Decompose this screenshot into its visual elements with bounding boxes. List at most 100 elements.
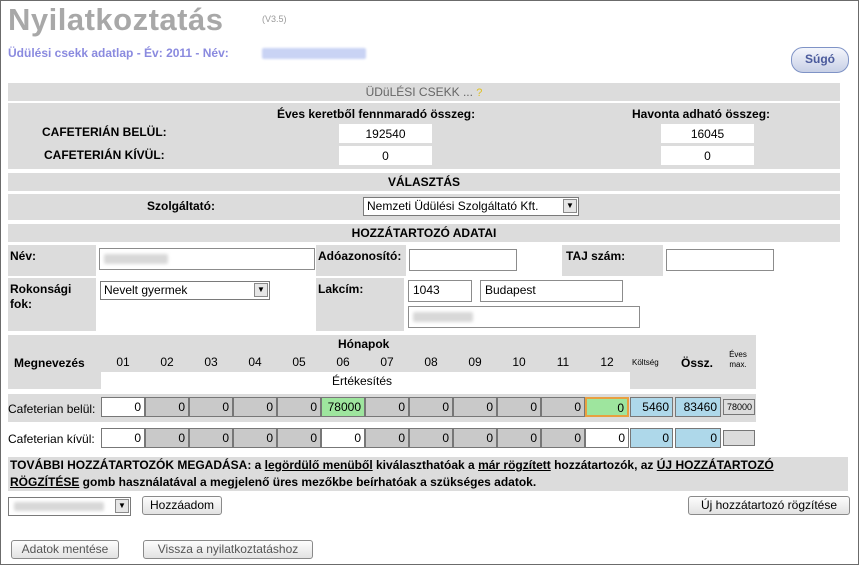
- annual-max-cell-inside: 78000: [723, 399, 755, 415]
- provider-label: Szolgáltató:: [147, 199, 215, 213]
- note-text-4: gomb használatával a megjelenő üres mező…: [79, 475, 537, 489]
- csekk-section-header: ÜDüLÉSI CSEKK ... ?: [8, 83, 840, 101]
- month-cell-inside-11[interactable]: 0: [541, 397, 585, 417]
- name-label: Név:: [10, 249, 37, 263]
- back-button[interactable]: Vissza a nyilatkoztatáshoz: [143, 540, 313, 559]
- sale-label: Értékesítés: [332, 374, 393, 388]
- month-cell-outside-10[interactable]: 0: [497, 428, 541, 448]
- relation-select-value: Nevelt gyermek: [104, 283, 188, 297]
- month-cell-inside-07[interactable]: 0: [365, 397, 409, 417]
- valasztas-section-header: VÁLASZTÁS: [8, 173, 840, 191]
- monthly-column-header: Havonta adható összeg:: [632, 107, 771, 121]
- existing-relatives-select[interactable]: ▼: [8, 497, 131, 516]
- provider-select-value: Nemzeti Üdülési Szolgáltató Kft.: [367, 199, 539, 213]
- month-cell-outside-05[interactable]: 0: [277, 428, 321, 448]
- month-cell-inside-05[interactable]: 0: [277, 397, 321, 417]
- row-outside-label: Cafeterian kívül:: [8, 432, 95, 446]
- cafeteria-inside-label: CAFETERIÁN BELÜL:: [42, 125, 167, 139]
- month-cell-inside-10[interactable]: 0: [497, 397, 541, 417]
- taj-label: TAJ szám:: [566, 249, 626, 263]
- months-group-label: Hónapok: [338, 337, 390, 351]
- month-header-01: 01: [116, 355, 130, 369]
- month-header-07: 07: [380, 355, 394, 369]
- note-text-3: hozzátartozók, az: [550, 458, 657, 472]
- chevron-down-icon[interactable]: ▼: [563, 199, 577, 213]
- address-label: Lakcím:: [318, 282, 364, 296]
- month-cell-outside-06[interactable]: 0: [321, 428, 365, 448]
- chevron-down-icon[interactable]: ▼: [115, 499, 129, 513]
- sum-cell-inside: 83460: [675, 397, 721, 417]
- help-button[interactable]: Súgó: [791, 47, 849, 73]
- month-cell-outside-08[interactable]: 0: [409, 428, 453, 448]
- annual-column-header: Éves keretből fennmaradó összeg:: [277, 107, 476, 121]
- month-cell-outside-09[interactable]: 0: [453, 428, 497, 448]
- outside-monthly-value: 0: [661, 146, 754, 165]
- relation-label-line1: Rokonsági: [10, 282, 72, 296]
- redacted-street-value: [413, 312, 473, 322]
- month-cell-outside-12[interactable]: 0: [585, 428, 629, 448]
- row-inside-label: Cafeterian belül:: [8, 402, 96, 416]
- month-header-08: 08: [424, 355, 438, 369]
- page-subtitle: Üdülési csekk adatlap - Év: 2011 - Név:: [8, 46, 229, 60]
- annual-max-cell-outside: [723, 430, 755, 446]
- month-cell-inside-01[interactable]: 0: [101, 397, 145, 417]
- month-cell-inside-04[interactable]: 0: [233, 397, 277, 417]
- month-cell-outside-11[interactable]: 0: [541, 428, 585, 448]
- cafeteria-outside-label: CAFETERIÁN KÍVÜL:: [44, 148, 165, 162]
- tax-id-label: Adóazonosító:: [318, 249, 402, 263]
- month-cell-outside-04[interactable]: 0: [233, 428, 277, 448]
- cost-cell-inside: 5460: [630, 397, 673, 417]
- note-link-recorded: már rögzített: [478, 458, 551, 472]
- sum-cell-outside: 0: [675, 428, 721, 448]
- month-header-03: 03: [204, 355, 218, 369]
- annual-max-line2: max.: [729, 360, 747, 369]
- month-cell-inside-08[interactable]: 0: [409, 397, 453, 417]
- save-button[interactable]: Adatok mentése: [11, 540, 119, 559]
- outside-annual-value: 0: [339, 146, 432, 165]
- taj-input[interactable]: [666, 249, 774, 271]
- name-column-header: Megnevezés: [14, 356, 85, 370]
- month-cell-outside-03[interactable]: 0: [189, 428, 233, 448]
- redacted-relative-value: [14, 502, 104, 511]
- month-cell-outside-01[interactable]: 0: [101, 428, 145, 448]
- inside-monthly-value: 16045: [661, 124, 754, 143]
- month-cell-inside-09[interactable]: 0: [453, 397, 497, 417]
- month-cell-inside-12[interactable]: 0: [585, 397, 629, 417]
- help-question-icon[interactable]: ?: [476, 87, 482, 99]
- relative-section-header: HOZZÁTARTOZÓ ADATAI: [8, 224, 840, 242]
- add-relative-button[interactable]: Hozzáadom: [142, 496, 222, 515]
- provider-select[interactable]: Nemzeti Üdülési Szolgáltató Kft. ▼: [363, 197, 579, 216]
- tax-id-input[interactable]: [409, 249, 517, 271]
- month-header-02: 02: [160, 355, 174, 369]
- new-relative-button[interactable]: Új hozzátartozó rögzítése: [688, 496, 850, 515]
- month-header-12: 12: [600, 355, 614, 369]
- note-link-dropdown: legördülő menüből: [264, 458, 373, 472]
- annual-max-header: Éves max.: [727, 350, 749, 370]
- month-header-06: 06: [336, 355, 350, 369]
- annual-max-line1: Éves: [729, 350, 747, 359]
- month-cell-inside-03[interactable]: 0: [189, 397, 233, 417]
- relation-label-line2: fok:: [10, 297, 32, 311]
- sum-column-header: Össz.: [681, 356, 714, 370]
- relation-select[interactable]: Nevelt gyermek ▼: [100, 281, 270, 300]
- month-header-04: 04: [248, 355, 262, 369]
- month-cell-outside-02[interactable]: 0: [145, 428, 189, 448]
- redacted-name-value: [104, 254, 168, 264]
- zip-input[interactable]: 1043: [408, 280, 472, 302]
- month-cell-inside-06[interactable]: 78000: [321, 397, 365, 417]
- note-text-2: kiválaszthatóak a: [372, 458, 479, 472]
- csekk-section-title: ÜDüLÉSI CSEKK ...: [365, 85, 473, 99]
- month-header-05: 05: [292, 355, 306, 369]
- month-cell-inside-02[interactable]: 0: [145, 397, 189, 417]
- city-input[interactable]: Budapest: [480, 280, 623, 302]
- page-title: Nyilatkoztatás: [8, 2, 224, 37]
- month-header-11: 11: [556, 355, 570, 369]
- cost-column-header: Költség: [632, 358, 659, 367]
- version-label: (V3.5): [262, 14, 287, 24]
- month-cell-outside-07[interactable]: 0: [365, 428, 409, 448]
- chevron-down-icon[interactable]: ▼: [254, 283, 268, 297]
- additional-relatives-note: TOVÁBBI HOZZÁTARTOZÓK MEGADÁSA: a legörd…: [8, 457, 848, 491]
- cost-cell-outside: 0: [630, 428, 673, 448]
- redacted-name: [262, 48, 366, 59]
- inside-annual-value: 192540: [339, 124, 432, 143]
